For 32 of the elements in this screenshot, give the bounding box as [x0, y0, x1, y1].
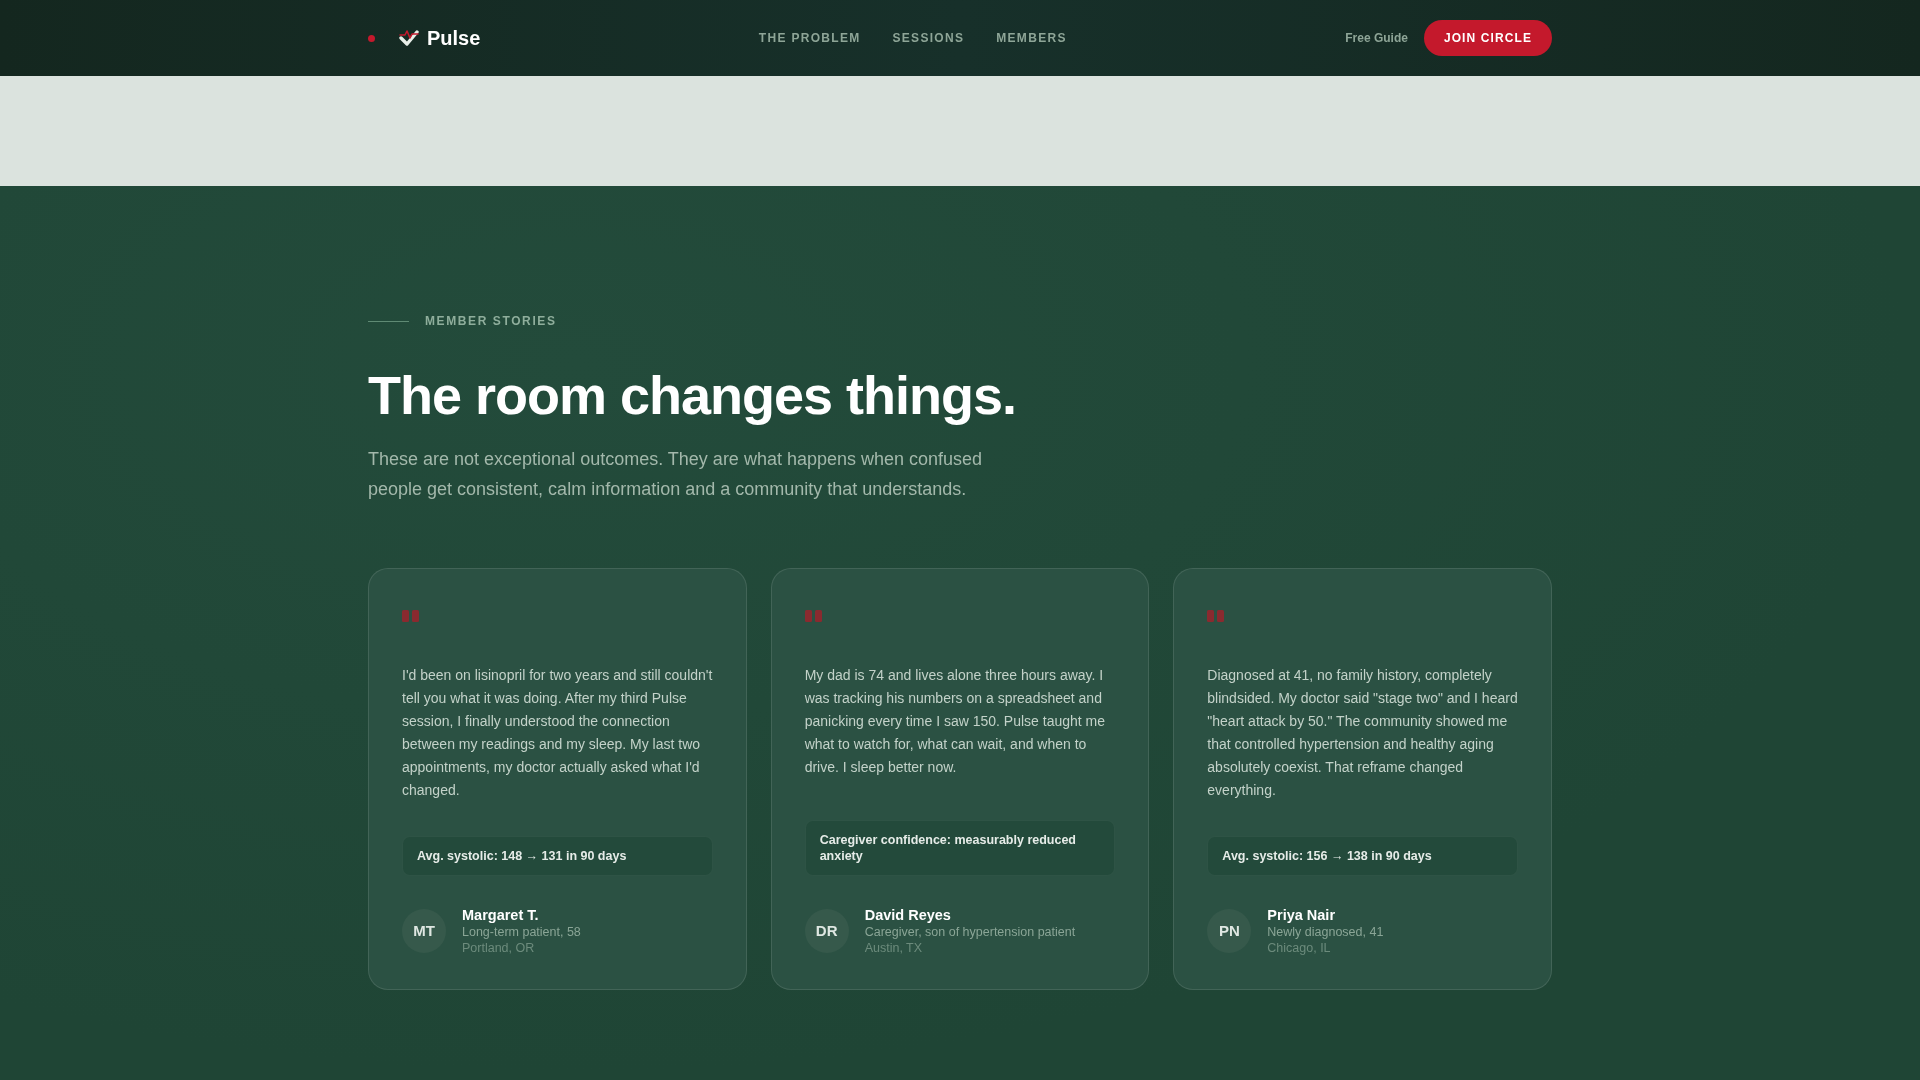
testimonial-quote: I'd been on lisinopril for two years and still couldn't tell you what it was doing. After my third Pulse session, I finally understood the connection between my readings and my sleep. My last two appointments, my doctor actually asked what I'd changed.	[402, 666, 713, 801]
section-heading: The room changes things.	[368, 366, 1018, 426]
brand-link[interactable]: Pulse	[427, 26, 481, 50]
member-role: Newly diagnosed, 41	[1267, 924, 1384, 941]
member-role: Long-term patient, 58	[462, 924, 581, 941]
avatar-initials: MT	[402, 909, 446, 954]
section-label: MEMBER STORIES	[425, 313, 557, 329]
result-note: Avg. systolic: 156 → 138 in 90 days	[1207, 836, 1518, 877]
section-subtitle: These are not exceptional outcomes. They are what happens when confused people get consistent, calm information and a community that understands.	[368, 448, 984, 502]
join-button[interactable]: JOIN CIRCLE	[1423, 20, 1552, 56]
member-location: Austin, TX	[864, 940, 924, 957]
quote-icon	[1207, 610, 1226, 623]
nav-link[interactable]: SESSIONS	[892, 30, 965, 46]
member-name: Margaret T.	[462, 906, 540, 925]
member-location: Portland, OR	[462, 940, 536, 957]
result-note: Caregiver confidence: measurably reduced anxiety	[804, 820, 1116, 877]
testimonial-quote: Diagnosed at 41, no family history, completely blindsided. My doctor said "stage two" and I heard "heart attack by 50." The community showed me that controlled hypertension and healthy aging absolutely coexist. That reframe changed everything.	[1207, 666, 1518, 801]
check-icon	[399, 29, 419, 47]
nav-link[interactable]: MEMBERS	[996, 30, 1067, 46]
testimonial-quote: My dad is 74 and lives alone three hours away. I was tracking his numbers on a spreadsheet and panicking every time I saw 150. Pulse taught me what to watch for, what can wait, and when to drive. I sleep better now.	[804, 666, 1107, 778]
member-name: David Reyes	[864, 906, 952, 925]
member-name: Priya Nair	[1267, 906, 1337, 925]
dot-icon	[368, 34, 375, 42]
avatar-initials: PN	[1207, 909, 1252, 954]
quote-icon	[804, 610, 823, 623]
nav-link[interactable]: THE PROBLEM	[758, 30, 861, 46]
avatar-initials: DR	[804, 909, 849, 954]
result-note: Avg. systolic: 148 → 131 in 90 days	[402, 836, 713, 877]
quote-icon	[402, 610, 420, 623]
member-location: Chicago, IL	[1267, 940, 1332, 957]
member-role: Caregiver, son of hypertension patient	[864, 924, 1076, 941]
free-guide-link[interactable]: Free Guide	[1345, 30, 1408, 46]
